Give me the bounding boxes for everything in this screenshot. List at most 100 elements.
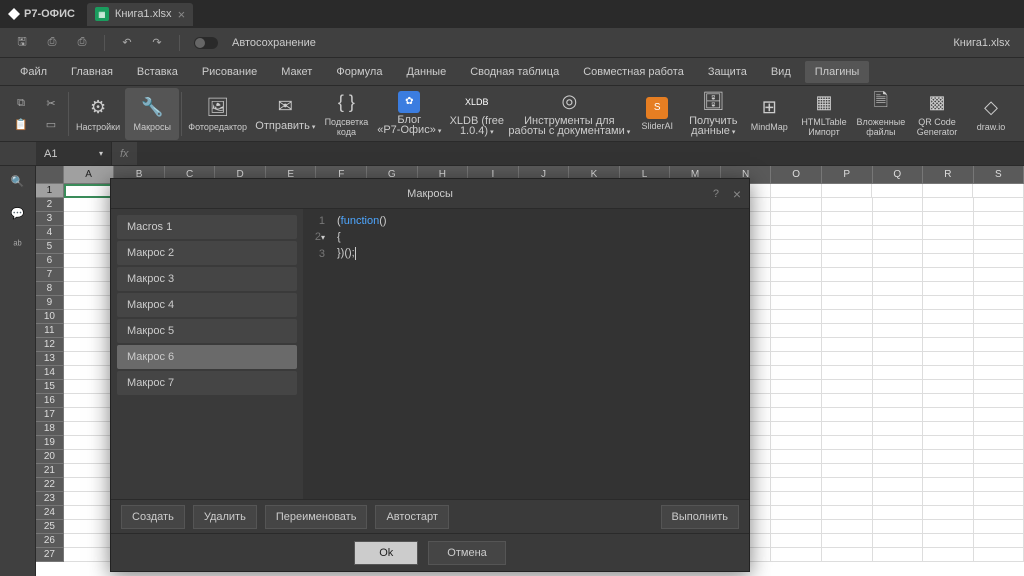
menu-совместная работа[interactable]: Совместная работа — [573, 61, 694, 83]
cell[interactable] — [771, 422, 822, 436]
cell[interactable] — [64, 268, 115, 282]
row-header[interactable]: 15 — [36, 380, 64, 394]
cell[interactable] — [771, 254, 822, 268]
row-header[interactable]: 19 — [36, 436, 64, 450]
create-button[interactable]: Создать — [121, 505, 185, 529]
sliderai-button[interactable]: SSliderAI — [630, 88, 684, 140]
grid-corner[interactable] — [36, 166, 64, 184]
cell[interactable] — [923, 394, 974, 408]
cell[interactable] — [873, 548, 924, 562]
cell[interactable] — [974, 478, 1024, 492]
cell[interactable] — [822, 394, 873, 408]
cell[interactable] — [974, 310, 1024, 324]
xldb-button[interactable]: XLDBXLDB (free 1.0.4)▾ — [445, 88, 508, 140]
col-header[interactable]: O — [771, 166, 822, 184]
cell[interactable] — [923, 520, 974, 534]
spellcheck-icon[interactable]: ᵃᵇ — [9, 236, 27, 254]
cell[interactable] — [923, 450, 974, 464]
cell[interactable] — [64, 254, 115, 268]
cell[interactable] — [64, 408, 115, 422]
cell[interactable] — [822, 352, 873, 366]
row-header[interactable]: 6 — [36, 254, 64, 268]
search-icon[interactable]: 🔍 — [9, 172, 27, 190]
cell[interactable] — [822, 548, 873, 562]
cell[interactable] — [923, 310, 974, 324]
cell[interactable] — [974, 464, 1024, 478]
row-header[interactable]: 22 — [36, 478, 64, 492]
cell[interactable] — [873, 422, 924, 436]
cell[interactable] — [822, 506, 873, 520]
macros-button[interactable]: 🔧Макросы — [125, 88, 179, 140]
cell[interactable] — [771, 352, 822, 366]
cell[interactable] — [974, 380, 1024, 394]
cell[interactable] — [974, 240, 1024, 254]
cell[interactable] — [873, 506, 924, 520]
row-header[interactable]: 24 — [36, 506, 64, 520]
rename-button[interactable]: Переименовать — [265, 505, 368, 529]
settings-button[interactable]: ⚙Настройки — [71, 88, 125, 140]
cell[interactable] — [873, 464, 924, 478]
row-header[interactable]: 14 — [36, 366, 64, 380]
row-header[interactable]: 13 — [36, 352, 64, 366]
run-button[interactable]: Выполнить — [661, 505, 739, 529]
drawio-button[interactable]: ◇draw.io — [964, 88, 1018, 140]
col-header[interactable]: S — [974, 166, 1024, 184]
macro-item[interactable]: Макрос 7 — [117, 371, 297, 395]
row-header[interactable]: 27 — [36, 548, 64, 562]
cell[interactable] — [771, 492, 822, 506]
cell[interactable] — [64, 240, 115, 254]
quickprint-icon[interactable]: ⎙ — [74, 35, 90, 51]
row-header[interactable]: 12 — [36, 338, 64, 352]
photoeditor-button[interactable]: 🖼Фоторедактор — [184, 88, 251, 140]
cell[interactable] — [923, 464, 974, 478]
row-header[interactable]: 11 — [36, 324, 64, 338]
blog-button[interactable]: ✿Блог «Р7-Офис»▾ — [373, 88, 445, 140]
save-icon[interactable]: 🖫 — [14, 35, 30, 51]
cell[interactable] — [923, 240, 974, 254]
cell[interactable] — [873, 408, 924, 422]
cell[interactable] — [771, 184, 822, 198]
row-header[interactable]: 20 — [36, 450, 64, 464]
row-header[interactable]: 8 — [36, 282, 64, 296]
cell[interactable] — [974, 366, 1024, 380]
cell[interactable] — [64, 226, 115, 240]
cell[interactable] — [771, 226, 822, 240]
cell[interactable] — [973, 184, 1024, 198]
cell-reference[interactable]: A1▾ — [36, 142, 112, 165]
undo-icon[interactable]: ↶ — [119, 35, 135, 51]
ok-button[interactable]: Ok — [354, 541, 418, 565]
col-header[interactable]: A — [64, 166, 115, 184]
cell[interactable] — [64, 464, 115, 478]
cell[interactable] — [822, 282, 873, 296]
menu-главная[interactable]: Главная — [61, 61, 123, 83]
cell[interactable] — [822, 436, 873, 450]
cell[interactable] — [64, 310, 115, 324]
send-button[interactable]: ✉Отправить▾ — [251, 88, 319, 140]
cell[interactable] — [64, 282, 115, 296]
row-header[interactable]: 2 — [36, 198, 64, 212]
cell[interactable] — [822, 492, 873, 506]
cell[interactable] — [64, 352, 115, 366]
cell[interactable] — [923, 184, 974, 198]
cell[interactable] — [771, 212, 822, 226]
cell[interactable] — [64, 478, 115, 492]
menu-сводная таблица[interactable]: Сводная таблица — [460, 61, 569, 83]
cell[interactable] — [64, 184, 115, 198]
row-header[interactable]: 9 — [36, 296, 64, 310]
cell[interactable] — [771, 338, 822, 352]
doctools-button[interactable]: ◎Инструменты для работы с документами▾ — [508, 88, 630, 140]
macro-item[interactable]: Macros 1 — [117, 215, 297, 239]
macro-item[interactable]: Макрос 5 — [117, 319, 297, 343]
cell[interactable] — [873, 324, 924, 338]
cell[interactable] — [873, 254, 924, 268]
row-header[interactable]: 3 — [36, 212, 64, 226]
cell[interactable] — [974, 506, 1024, 520]
cell[interactable] — [923, 506, 974, 520]
menu-макет[interactable]: Макет — [271, 61, 322, 83]
cell[interactable] — [923, 268, 974, 282]
cell[interactable] — [974, 268, 1024, 282]
nestedfiles-button[interactable]: 🗎Вложенные файлы — [852, 88, 910, 140]
cell[interactable] — [822, 338, 873, 352]
menu-вид[interactable]: Вид — [761, 61, 801, 83]
cell[interactable] — [923, 254, 974, 268]
